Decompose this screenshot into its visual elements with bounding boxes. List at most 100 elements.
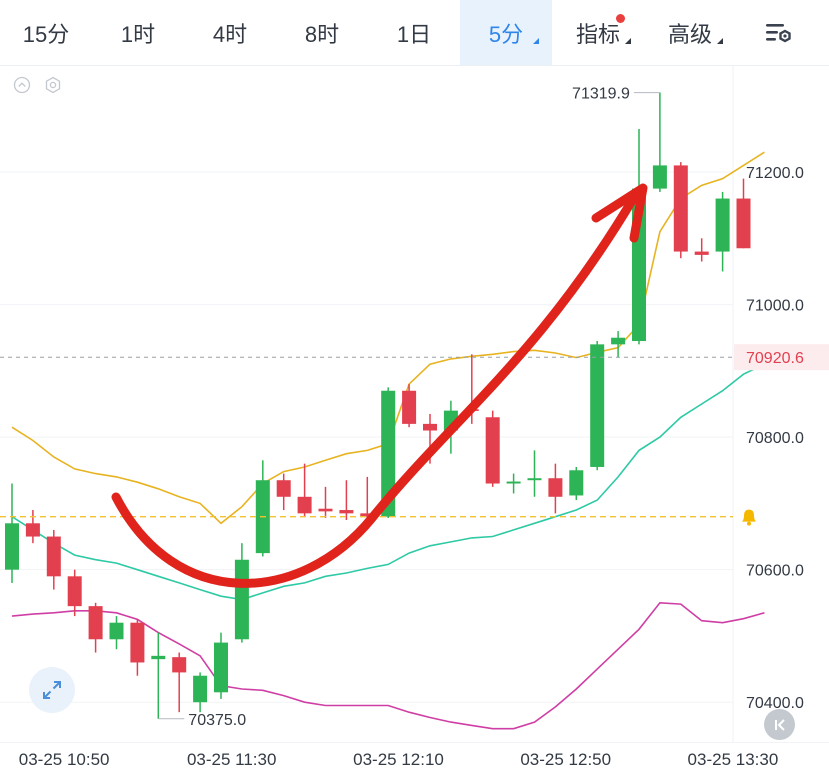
tab-label: 8时 <box>304 21 340 47</box>
x-tick-label: 03-25 12:50 <box>520 750 612 769</box>
candle-body <box>736 198 751 249</box>
timeframe-tabbar: 15分 1时 4时 8时 1日 5分 指标 高级 <box>0 0 829 66</box>
candle-body <box>109 622 124 640</box>
time-axis: 03-25 10:50 03-25 11:30 03-25 12:10 03-25 1… <box>0 742 829 775</box>
candle-body <box>151 655 166 660</box>
candle-body <box>339 510 354 514</box>
candle-up <box>652 92 667 192</box>
candle-body <box>46 536 61 577</box>
candle-down <box>673 162 688 259</box>
x-tick-label: 03-25 11:30 <box>186 750 277 769</box>
candle-down <box>297 463 312 517</box>
candle-body <box>694 251 709 255</box>
candle-up <box>527 450 542 497</box>
tab-advanced[interactable]: 高级 <box>644 0 736 65</box>
candle-up <box>234 543 249 643</box>
candle-body <box>172 657 187 673</box>
tab-4h[interactable]: 4时 <box>184 0 276 65</box>
candle-body <box>423 423 437 431</box>
tab-8h[interactable]: 8时 <box>276 0 368 65</box>
candle-down <box>402 384 417 428</box>
candle-up <box>109 616 124 650</box>
candle-body <box>214 642 228 693</box>
bell-icon <box>742 509 756 526</box>
expand-button[interactable] <box>29 667 75 713</box>
candle-down <box>339 480 354 520</box>
candle-down <box>88 602 103 653</box>
dropdown-triangle-icon <box>533 38 539 44</box>
candle-down <box>67 569 82 617</box>
tab-15m[interactable]: 15分 <box>0 0 92 65</box>
tab-label: 4时 <box>212 21 248 47</box>
candle-up <box>611 331 626 358</box>
high-marker-label: 71319.9 <box>572 86 630 103</box>
candle-up <box>590 341 605 471</box>
candle-down <box>694 238 709 262</box>
candle-body <box>297 496 312 514</box>
skip-back-icon <box>774 718 785 731</box>
candle-down <box>318 486 333 518</box>
tab-label: 5分 <box>488 21 524 47</box>
tab-label: 15分 <box>22 21 70 47</box>
y-tick-label: 71000.0 <box>746 298 804 315</box>
tab-1d[interactable]: 1日 <box>368 0 460 65</box>
x-tick-label: 03-25 13:30 <box>687 750 779 769</box>
candle-body <box>527 478 542 481</box>
x-tick-label: 03-25 12:10 <box>353 750 444 769</box>
candle-body <box>590 344 605 467</box>
candle-down <box>276 473 291 511</box>
candle-body <box>5 523 19 570</box>
scroll-to-latest-button[interactable] <box>764 709 795 740</box>
tab-indicators[interactable]: 指标 <box>552 0 644 65</box>
tab-label: 指标 <box>575 21 620 47</box>
candle-body <box>673 165 688 252</box>
candle-body <box>715 198 730 252</box>
candle-up <box>151 632 166 719</box>
candle-down <box>172 652 187 713</box>
candle-up <box>255 460 270 557</box>
tab-1h[interactable]: 1时 <box>92 0 184 65</box>
candle-down <box>548 463 563 514</box>
candle-up <box>5 483 19 583</box>
chart-settings-button[interactable] <box>736 0 821 65</box>
x-tick-label: 03-25 10:50 <box>18 750 110 769</box>
candle-body <box>652 165 667 189</box>
candle-up <box>715 191 730 272</box>
candle-body <box>67 576 82 607</box>
candle-body <box>234 559 249 640</box>
candle-up <box>214 632 228 699</box>
candlestick-chart[interactable]: 71319.9 70375.0 71200.0 71000.0 70800.0 7060… <box>0 66 829 742</box>
grid-lines <box>0 66 734 742</box>
candle-body <box>485 417 500 484</box>
candle-body <box>276 480 291 497</box>
candle-up <box>193 672 208 713</box>
tab-label: 1日 <box>396 21 432 47</box>
candle-body <box>611 337 626 345</box>
candle-body <box>506 481 521 484</box>
candle-up <box>506 473 521 494</box>
candle-body <box>193 675 208 703</box>
dropdown-triangle-icon <box>625 38 631 44</box>
current-price-label: 70920.6 <box>746 350 804 367</box>
list-settings-icon <box>765 23 791 42</box>
dropdown-triangle-icon <box>717 38 723 44</box>
low-marker-label: 70375.0 <box>188 712 246 729</box>
annotation-arrow <box>111 189 641 588</box>
candle-body <box>569 470 584 496</box>
lower-band-line <box>11 601 765 730</box>
candle-body <box>25 523 40 537</box>
expand-arrows-icon <box>43 681 61 699</box>
candle-down <box>130 619 145 676</box>
candle-down <box>485 410 500 487</box>
y-tick-label: 70600.0 <box>746 563 804 580</box>
candle-up <box>569 466 584 501</box>
bell-clapper <box>747 521 751 526</box>
candle-body <box>318 508 333 512</box>
candle-down <box>736 178 751 249</box>
bell-body <box>742 509 756 522</box>
tab-label: 高级 <box>667 21 712 47</box>
candle-body <box>130 622 145 663</box>
candle-body <box>548 478 563 497</box>
y-tick-label: 71200.0 <box>746 165 804 182</box>
tab-5m[interactable]: 5分 <box>460 0 552 65</box>
